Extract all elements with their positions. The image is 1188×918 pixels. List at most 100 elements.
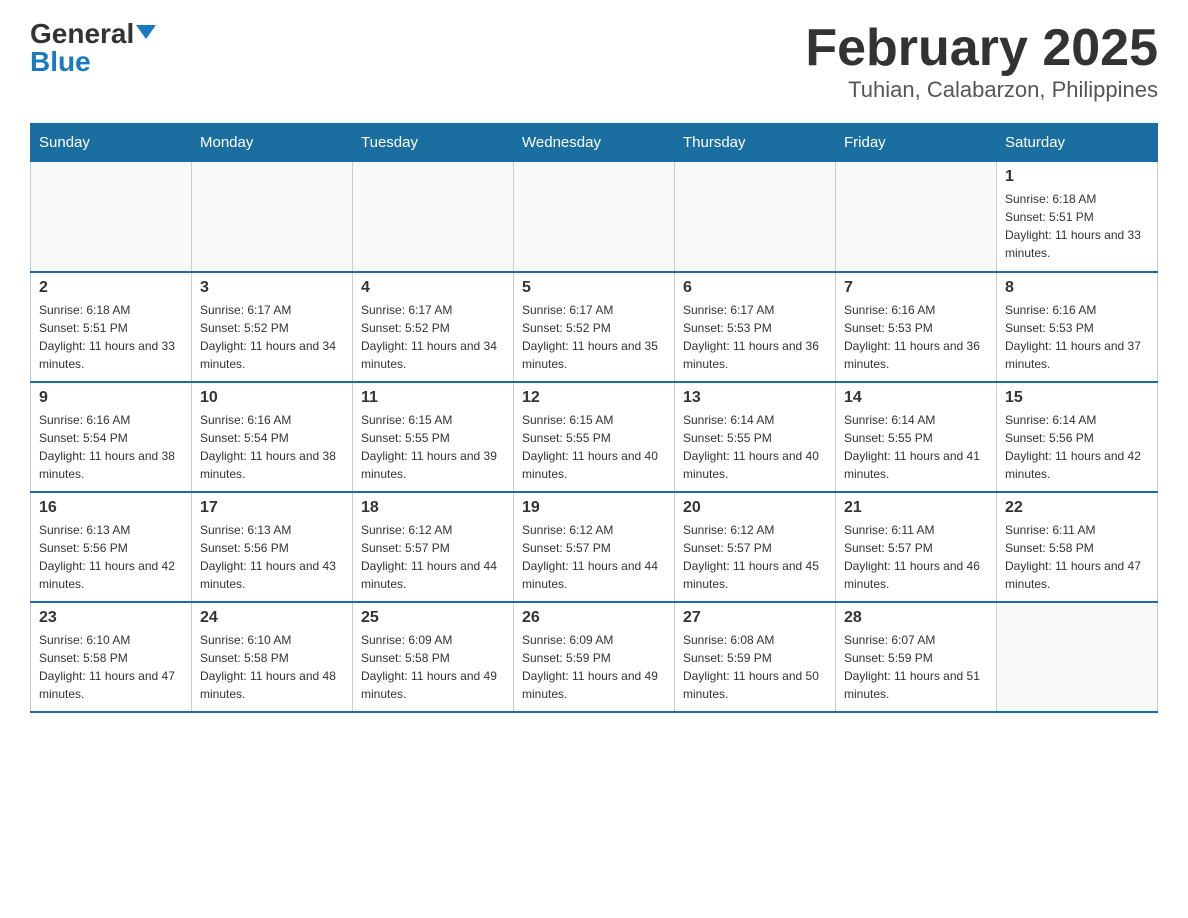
day-number: 13 — [683, 389, 827, 407]
day-info: Sunrise: 6:17 AMSunset: 5:52 PMDaylight:… — [361, 301, 505, 373]
calendar-cell: 6 Sunrise: 6:17 AMSunset: 5:53 PMDaylight… — [675, 272, 836, 382]
day-info: Sunrise: 6:18 AMSunset: 5:51 PMDaylight:… — [39, 301, 183, 373]
calendar-cell — [31, 162, 192, 272]
calendar-cell: 3Sunrise: 6:17 AMSunset: 5:52 PMDaylight… — [192, 272, 353, 382]
calendar-week-row: 23 Sunrise: 6:10 AMSunset: 5:58 PMDayligh… — [31, 602, 1158, 712]
day-number: 14 — [844, 389, 988, 407]
calendar-cell: 22 Sunrise: 6:11 AMSunset: 5:58 PMDayligh… — [997, 492, 1158, 602]
calendar-cell — [675, 162, 836, 272]
logo-general-text: General — [30, 20, 134, 48]
day-header-wednesday: Wednesday — [514, 124, 675, 162]
day-header-friday: Friday — [836, 124, 997, 162]
day-info: Sunrise: 6:17 AMSunset: 5:52 PMDaylight:… — [522, 301, 666, 373]
calendar-cell: 24 Sunrise: 6:10 AMSunset: 5:58 PMDayligh… — [192, 602, 353, 712]
day-number: 4 — [361, 279, 505, 297]
day-info: Sunrise: 6:10 AMSunset: 5:58 PMDaylight:… — [39, 631, 183, 703]
day-info: Sunrise: 6:11 AMSunset: 5:58 PMDaylight:… — [1005, 521, 1149, 593]
day-info: Sunrise: 6:12 AMSunset: 5:57 PMDaylight:… — [683, 521, 827, 593]
calendar-cell — [997, 602, 1158, 712]
calendar-cell — [836, 162, 997, 272]
calendar-table: SundayMondayTuesdayWednesdayThursdayFrid… — [30, 123, 1158, 713]
day-number: 28 — [844, 609, 988, 627]
calendar-cell: 28 Sunrise: 6:07 AMSunset: 5:59 PMDayligh… — [836, 602, 997, 712]
calendar-cell: 26Sunrise: 6:09 AMSunset: 5:59 PMDayligh… — [514, 602, 675, 712]
day-info: Sunrise: 6:09 AMSunset: 5:58 PMDaylight:… — [361, 631, 505, 703]
calendar-cell: 21 Sunrise: 6:11 AMSunset: 5:57 PMDayligh… — [836, 492, 997, 602]
calendar-cell — [514, 162, 675, 272]
day-number: 7 — [844, 279, 988, 297]
day-info: Sunrise: 6:16 AMSunset: 5:53 PMDaylight:… — [1005, 301, 1149, 373]
day-header-saturday: Saturday — [997, 124, 1158, 162]
calendar-cell — [192, 162, 353, 272]
day-header-monday: Monday — [192, 124, 353, 162]
calendar-cell: 16Sunrise: 6:13 AMSunset: 5:56 PMDayligh… — [31, 492, 192, 602]
day-info: Sunrise: 6:15 AMSunset: 5:55 PMDaylight:… — [522, 411, 666, 483]
day-number: 25 — [361, 609, 505, 627]
calendar-cell: 14 Sunrise: 6:14 AMSunset: 5:55 PMDayligh… — [836, 382, 997, 492]
day-number: 8 — [1005, 279, 1149, 297]
day-info: Sunrise: 6:10 AMSunset: 5:58 PMDaylight:… — [200, 631, 344, 703]
calendar-cell: 1 Sunrise: 6:18 AMSunset: 5:51 PMDaylight… — [997, 162, 1158, 272]
calendar-cell: 5 Sunrise: 6:17 AMSunset: 5:52 PMDaylight… — [514, 272, 675, 382]
day-info: Sunrise: 6:07 AMSunset: 5:59 PMDaylight:… — [844, 631, 988, 703]
day-number: 26 — [522, 609, 666, 627]
calendar-cell: 4 Sunrise: 6:17 AMSunset: 5:52 PMDaylight… — [353, 272, 514, 382]
title-block: February 2025 Tuhian, Calabarzon, Philip… — [805, 20, 1158, 103]
calendar-cell: 12 Sunrise: 6:15 AMSunset: 5:55 PMDayligh… — [514, 382, 675, 492]
day-number: 27 — [683, 609, 827, 627]
day-number: 5 — [522, 279, 666, 297]
day-number: 20 — [683, 499, 827, 517]
day-info: Sunrise: 6:14 AMSunset: 5:56 PMDaylight:… — [1005, 411, 1149, 483]
day-number: 6 — [683, 279, 827, 297]
day-info: Sunrise: 6:12 AMSunset: 5:57 PMDaylight:… — [361, 521, 505, 593]
day-info: Sunrise: 6:11 AMSunset: 5:57 PMDaylight:… — [844, 521, 988, 593]
day-header-thursday: Thursday — [675, 124, 836, 162]
calendar-cell: 27 Sunrise: 6:08 AMSunset: 5:59 PMDayligh… — [675, 602, 836, 712]
day-info: Sunrise: 6:16 AMSunset: 5:54 PMDaylight:… — [39, 411, 183, 483]
day-info: Sunrise: 6:14 AMSunset: 5:55 PMDaylight:… — [844, 411, 988, 483]
day-info: Sunrise: 6:16 AMSunset: 5:53 PMDaylight:… — [844, 301, 988, 373]
calendar-cell: 15 Sunrise: 6:14 AMSunset: 5:56 PMDayligh… — [997, 382, 1158, 492]
day-number: 11 — [361, 389, 505, 407]
day-info: Sunrise: 6:16 AMSunset: 5:54 PMDaylight:… — [200, 411, 344, 483]
calendar-cell: 7 Sunrise: 6:16 AMSunset: 5:53 PMDaylight… — [836, 272, 997, 382]
day-number: 2 — [39, 279, 183, 297]
logo-triangle-icon — [136, 25, 156, 39]
calendar-cell: 19Sunrise: 6:12 AMSunset: 5:57 PMDayligh… — [514, 492, 675, 602]
day-info: Sunrise: 6:17 AMSunset: 5:53 PMDaylight:… — [683, 301, 827, 373]
calendar-cell: 9Sunrise: 6:16 AMSunset: 5:54 PMDaylight… — [31, 382, 192, 492]
day-number: 10 — [200, 389, 344, 407]
day-number: 1 — [1005, 168, 1149, 186]
day-number: 24 — [200, 609, 344, 627]
day-number: 15 — [1005, 389, 1149, 407]
day-info: Sunrise: 6:13 AMSunset: 5:56 PMDaylight:… — [39, 521, 183, 593]
day-number: 3 — [200, 279, 344, 297]
day-number: 17 — [200, 499, 344, 517]
calendar-cell: 23 Sunrise: 6:10 AMSunset: 5:58 PMDayligh… — [31, 602, 192, 712]
calendar-cell: 8 Sunrise: 6:16 AMSunset: 5:53 PMDaylight… — [997, 272, 1158, 382]
calendar-week-row: 2 Sunrise: 6:18 AMSunset: 5:51 PMDaylight… — [31, 272, 1158, 382]
calendar-week-row: 16Sunrise: 6:13 AMSunset: 5:56 PMDayligh… — [31, 492, 1158, 602]
calendar-cell: 18Sunrise: 6:12 AMSunset: 5:57 PMDayligh… — [353, 492, 514, 602]
logo: General Blue — [30, 20, 156, 76]
location-subtitle: Tuhian, Calabarzon, Philippines — [805, 77, 1158, 103]
calendar-cell: 20 Sunrise: 6:12 AMSunset: 5:57 PMDayligh… — [675, 492, 836, 602]
day-info: Sunrise: 6:14 AMSunset: 5:55 PMDaylight:… — [683, 411, 827, 483]
day-info: Sunrise: 6:08 AMSunset: 5:59 PMDaylight:… — [683, 631, 827, 703]
logo-blue-text: Blue — [30, 48, 91, 76]
calendar-header-row: SundayMondayTuesdayWednesdayThursdayFrid… — [31, 124, 1158, 162]
day-info: Sunrise: 6:15 AMSunset: 5:55 PMDaylight:… — [361, 411, 505, 483]
day-number: 12 — [522, 389, 666, 407]
day-number: 22 — [1005, 499, 1149, 517]
day-header-tuesday: Tuesday — [353, 124, 514, 162]
day-header-sunday: Sunday — [31, 124, 192, 162]
calendar-cell: 17Sunrise: 6:13 AMSunset: 5:56 PMDayligh… — [192, 492, 353, 602]
day-info: Sunrise: 6:18 AMSunset: 5:51 PMDaylight:… — [1005, 190, 1149, 262]
day-number: 21 — [844, 499, 988, 517]
calendar-cell — [353, 162, 514, 272]
calendar-cell: 25 Sunrise: 6:09 AMSunset: 5:58 PMDayligh… — [353, 602, 514, 712]
calendar-cell: 2 Sunrise: 6:18 AMSunset: 5:51 PMDaylight… — [31, 272, 192, 382]
month-year-title: February 2025 — [805, 20, 1158, 77]
day-number: 19 — [522, 499, 666, 517]
day-number: 23 — [39, 609, 183, 627]
